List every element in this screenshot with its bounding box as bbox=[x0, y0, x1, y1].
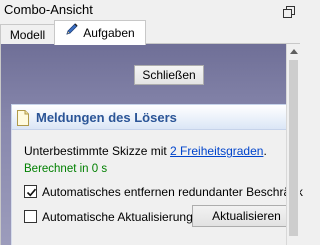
degrees-of-freedom-link[interactable]: 2 Freiheitsgraden bbox=[170, 144, 263, 158]
tab-model[interactable]: Modell bbox=[0, 24, 55, 44]
auto-remove-redundant-checkbox[interactable] bbox=[24, 185, 37, 199]
auto-update-checkbox[interactable] bbox=[24, 210, 37, 224]
document-icon bbox=[16, 110, 30, 129]
tab-tasks-label: Aufgaben bbox=[83, 26, 135, 40]
solver-message-text: Unterbestimmte Skizze mit bbox=[24, 144, 171, 158]
vertical-scrollbar[interactable] bbox=[286, 44, 300, 245]
tab-model-label: Modell bbox=[9, 28, 46, 42]
tasks-panel: Schließen Meldungen des Lösers Unterbest… bbox=[0, 44, 303, 245]
tab-bar: Modell Aufgaben bbox=[0, 20, 300, 45]
close-button[interactable]: Schließen bbox=[134, 65, 204, 85]
solver-messages-header[interactable]: Meldungen des Lösers bbox=[11, 104, 287, 130]
update-button[interactable]: Aktualisieren bbox=[192, 205, 288, 227]
dock-title: Combo-Ansicht bbox=[4, 2, 93, 17]
dock-title-bar: Combo-Ansicht bbox=[0, 0, 300, 20]
computed-time: Berechnet in 0 s bbox=[24, 163, 108, 175]
auto-remove-redundant-label: Automatisches entfernen redundanter Besc… bbox=[42, 185, 303, 199]
auto-remove-redundant-option[interactable]: Automatisches entfernen redundanter Besc… bbox=[24, 185, 303, 199]
scroll-up-icon[interactable] bbox=[290, 49, 298, 54]
pencil-icon bbox=[65, 20, 79, 44]
solver-message-end: . bbox=[263, 144, 267, 158]
solver-message: Unterbestimmte Skizze mit 2 Freiheitsgra… bbox=[24, 144, 267, 158]
auto-update-label: Automatische Aktualisierung bbox=[42, 210, 193, 224]
scroll-thumb[interactable] bbox=[289, 60, 298, 236]
auto-update-option[interactable]: Automatische Aktualisierung bbox=[24, 210, 193, 224]
solver-messages-title: Meldungen des Lösers bbox=[36, 110, 177, 125]
tab-tasks[interactable]: Aufgaben bbox=[54, 20, 146, 45]
solver-messages-body: Unterbestimmte Skizze mit 2 Freiheitsgra… bbox=[11, 130, 303, 245]
dock-restore-icon[interactable] bbox=[283, 4, 295, 18]
